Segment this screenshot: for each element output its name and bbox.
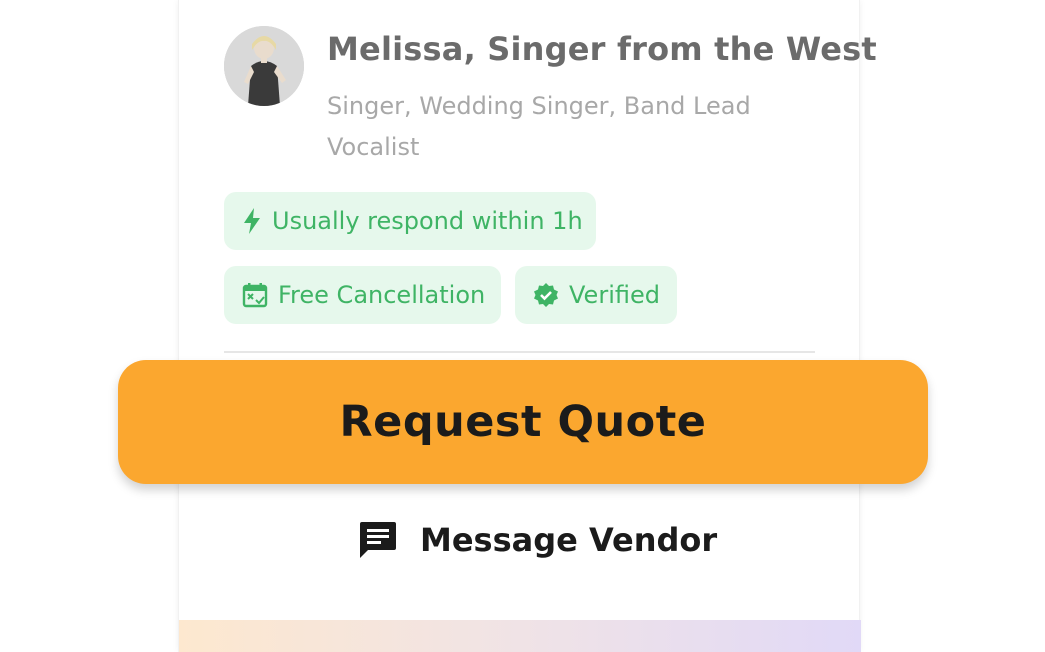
response-time-label: Usually respond within 1h — [272, 207, 583, 235]
request-quote-button[interactable]: Request Quote — [118, 360, 928, 484]
vendor-avatar[interactable] — [224, 26, 304, 106]
free-cancellation-label: Free Cancellation — [278, 281, 486, 309]
vendor-name: Melissa, Singer from the West — [327, 30, 877, 68]
lightning-bolt-icon — [242, 208, 262, 234]
calendar-cancel-icon — [242, 282, 268, 308]
response-time-badge: Usually respond within 1h — [224, 192, 596, 250]
chat-message-icon — [356, 518, 400, 562]
message-vendor-label: Message Vendor — [420, 521, 718, 559]
vendor-categories: Singer, Wedding Singer, Band Lead Vocali… — [327, 92, 751, 161]
section-divider — [224, 351, 815, 353]
avatar-photo — [224, 26, 304, 106]
bottom-gradient-strip — [179, 620, 861, 652]
verified-badge: Verified — [515, 266, 677, 324]
message-vendor-button[interactable]: Message Vendor — [356, 518, 717, 562]
free-cancellation-badge: Free Cancellation — [224, 266, 501, 324]
verified-badge-icon — [533, 282, 559, 308]
verified-label: Verified — [569, 281, 660, 309]
page: Melissa, Singer from the West Singer, We… — [0, 0, 1045, 652]
